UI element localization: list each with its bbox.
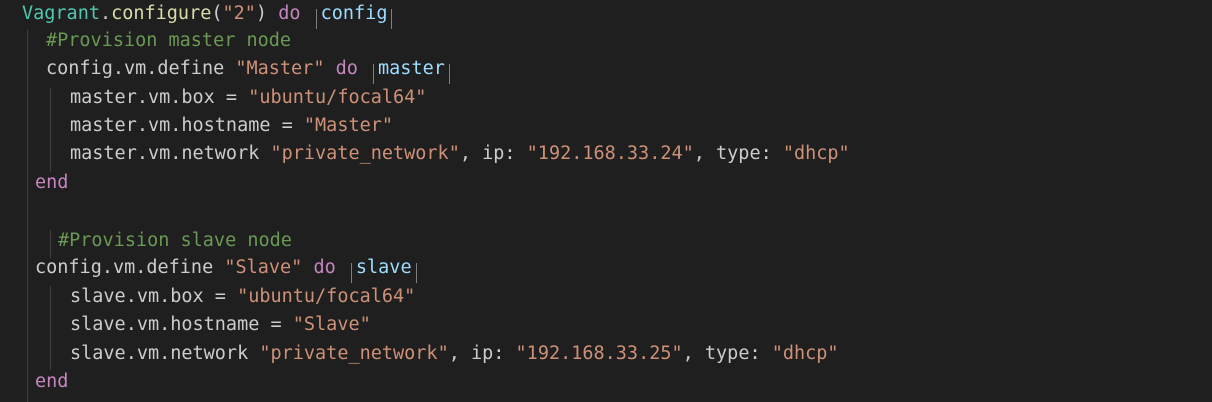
code-token-string: "192.168.33.25" (515, 343, 683, 364)
indent-guide (27, 30, 28, 402)
block-pipe: | (350, 263, 352, 283)
code-line[interactable]: config.vm.define "Master" do |master| (46, 55, 1212, 84)
code-token-string: "private_network" (259, 343, 449, 364)
code-line[interactable]: slave.vm.hostname = "Slave" (70, 311, 1212, 339)
code-editor[interactable]: Vagrant.configure("2") do |config|#Provi… (0, 0, 1212, 402)
code-line[interactable]: Vagrant.configure("2") do |config| (22, 0, 1212, 29)
code-token-string: "ubuntu/focal64" (237, 286, 416, 307)
code-token-ident: Vagrant (22, 3, 100, 24)
code-line[interactable]: master.vm.network "private_network", ip:… (70, 140, 1212, 168)
code-token-plain: . (112, 58, 124, 79)
code-token-string: "2" (222, 3, 256, 24)
code-token-string: "Slave" (292, 314, 371, 335)
code-token-plain: slave.vm.box = (70, 286, 238, 307)
indent-guide (50, 286, 51, 370)
code-token-string: "private_network" (270, 143, 460, 164)
code-token-keyword: end (35, 371, 69, 392)
code-token-param: config (320, 3, 388, 24)
indent-guide (50, 88, 51, 172)
code-line[interactable]: #Provision slave node (58, 227, 1212, 255)
code-token-plain: vm (123, 58, 147, 79)
code-line[interactable]: slave.vm.network "private_network", ip: … (70, 340, 1212, 368)
code-line[interactable] (35, 198, 1212, 226)
code-token-plain: , ip: (448, 343, 516, 364)
code-token-plain: slave.vm.hostname = (70, 314, 293, 335)
code-token-string: "ubuntu/focal64" (248, 87, 427, 108)
block-pipe: | (373, 64, 375, 84)
block-pipe: | (315, 9, 317, 29)
code-token-plain: , ip: (459, 143, 527, 164)
code-token-comment: #Provision slave node (58, 230, 292, 251)
code-token-plain: . (146, 58, 158, 79)
code-token-param: slave (355, 257, 412, 278)
code-token-keyword: do (335, 58, 358, 79)
code-line[interactable]: end (35, 368, 1212, 396)
code-token-string: "dhcp" (771, 343, 839, 364)
code-token-plain: master.vm.box = (70, 87, 249, 108)
code-token-plain: master.vm.network (70, 143, 271, 164)
code-token-string: "192.168.33.24" (526, 143, 694, 164)
code-line[interactable]: config.vm.define "Slave" do |slave| (35, 254, 1212, 283)
code-line[interactable]: #Provision master node (46, 27, 1212, 55)
code-token-plain: config (46, 58, 113, 79)
code-token-plain: define (157, 58, 225, 79)
code-token-plain: , type: (693, 143, 783, 164)
code-token-param: master (378, 58, 445, 79)
code-token-string: "Slave" (224, 257, 303, 278)
code-token-func: configure (111, 3, 212, 24)
code-line[interactable]: master.vm.hostname = "Master" (70, 112, 1212, 140)
code-token-string: "Master" (235, 58, 325, 79)
code-token-plain: config.vm.define (35, 257, 225, 278)
code-token-plain: master.vm.hostname = (70, 115, 304, 136)
code-token-comment: #Provision master node (46, 30, 292, 51)
code-line[interactable]: master.vm.box = "ubuntu/focal64" (70, 84, 1212, 112)
code-token-string: "dhcp" (782, 143, 850, 164)
code-token-string: "Master" (303, 115, 394, 136)
code-token-plain: slave.vm.network (70, 343, 260, 364)
code-token-plain: . (99, 3, 112, 24)
code-token-keyword: do (313, 257, 336, 278)
block-pipe: | (391, 9, 393, 29)
code-line[interactable]: slave.vm.box = "ubuntu/focal64" (70, 283, 1212, 311)
block-pipe: | (415, 263, 417, 283)
code-line[interactable]: end (35, 169, 1212, 197)
code-token-plain: ( (211, 3, 223, 24)
code-token-plain: ) (255, 3, 279, 24)
block-pipe: | (448, 64, 450, 84)
code-token-keyword: do (278, 3, 301, 24)
code-token-keyword: end (35, 172, 69, 193)
code-token-plain: , type: (682, 343, 772, 364)
